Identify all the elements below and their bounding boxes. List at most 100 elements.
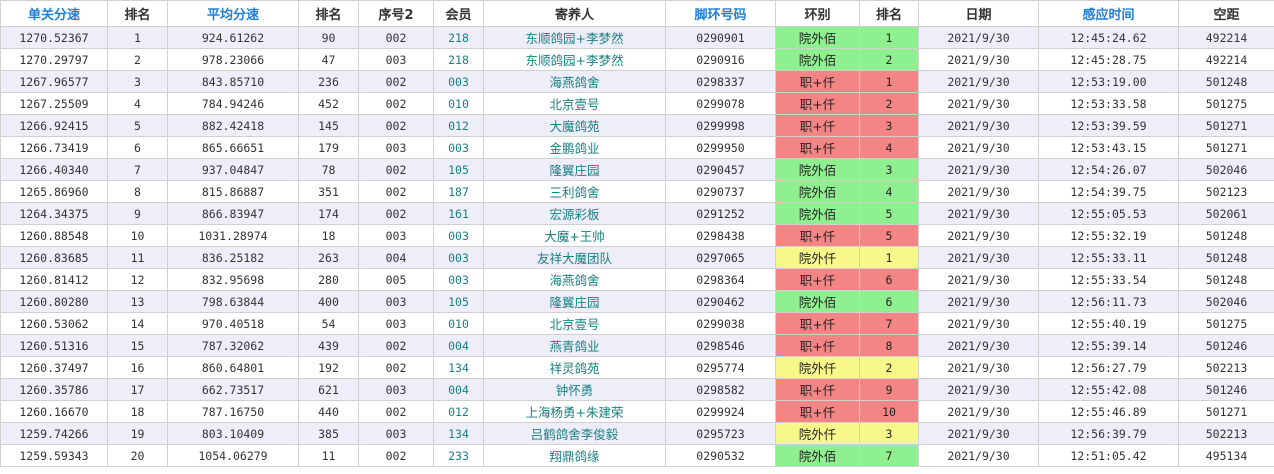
table-row[interactable]: 1260.37497 16 860.64801 192 002 134 祥灵鸽苑 029577… xyxy=(0,356,1274,379)
header-cell[interactable]: 排名 xyxy=(298,0,359,27)
ring-rank-cell: 6 xyxy=(859,290,919,313)
ring-number-cell: 0297065 xyxy=(665,246,776,269)
table-row[interactable]: 1260.53062 14 970.40518 54 003 010 北京壹号 0299038… xyxy=(0,312,1274,335)
avg-rank-cell: 385 xyxy=(298,422,359,445)
member-cell: 003 xyxy=(433,70,484,93)
ring-type-cell: 职+仟 xyxy=(775,378,860,401)
table-row[interactable]: 1260.35786 17 662.73517 621 003 004 钟怀勇 0298582… xyxy=(0,378,1274,401)
single-speed-cell: 1259.74266 xyxy=(0,422,108,445)
avg-speed-cell: 662.73517 xyxy=(167,378,299,401)
arrival-time-cell: 12:53:39.59 xyxy=(1038,114,1179,137)
serial-cell: 002 xyxy=(358,202,434,225)
table-body: 1270.52367 1 924.61262 90 002 218 东顺鸽园+李梦然 0290… xyxy=(0,26,1274,467)
ring-rank-cell: 8 xyxy=(859,334,919,357)
ring-rank-cell: 10 xyxy=(859,400,919,423)
table-row[interactable]: 1266.40340 7 937.04847 78 002 105 隆翼庄园 0290457 院… xyxy=(0,158,1274,181)
ring-number-cell: 0290462 xyxy=(665,290,776,313)
table-row[interactable]: 1260.51316 15 787.32062 439 002 004 燕青鸽业 029854… xyxy=(0,334,1274,357)
date-cell: 2021/9/30 xyxy=(918,158,1039,181)
single-speed-cell: 1267.96577 xyxy=(0,70,108,93)
ring-type-cell: 院外佰 xyxy=(775,48,860,71)
avg-speed-cell: 978.23066 xyxy=(167,48,299,71)
avg-rank-cell: 11 xyxy=(298,444,359,467)
date-cell: 2021/9/30 xyxy=(918,400,1039,423)
single-speed-cell: 1267.25509 xyxy=(0,92,108,115)
header-cell[interactable]: 寄养人 xyxy=(483,0,666,27)
arrival-time-cell: 12:56:39.79 xyxy=(1038,422,1179,445)
header-cell[interactable]: 排名 xyxy=(859,0,919,27)
date-cell: 2021/9/30 xyxy=(918,70,1039,93)
avg-speed-cell: 803.10409 xyxy=(167,422,299,445)
ring-type-cell: 职+仟 xyxy=(775,400,860,423)
header-cell[interactable]: 平均分速 xyxy=(167,0,299,27)
header-cell[interactable]: 空距 xyxy=(1178,0,1274,27)
header-cell[interactable]: 环别 xyxy=(775,0,860,27)
header-cell[interactable]: 感应时间 xyxy=(1038,0,1179,27)
ring-rank-cell: 2 xyxy=(859,356,919,379)
arrival-time-cell: 12:51:05.42 xyxy=(1038,444,1179,467)
single-speed-cell: 1266.40340 xyxy=(0,158,108,181)
table-row[interactable]: 1259.59343 20 1054.06279 11 002 233 翔鼎鸽缘 029053… xyxy=(0,444,1274,467)
distance-cell: 502213 xyxy=(1178,356,1274,379)
breeder-cell: 海燕鸽舍 xyxy=(483,268,666,291)
distance-cell: 501271 xyxy=(1178,136,1274,159)
serial-cell: 003 xyxy=(358,136,434,159)
header-cell[interactable]: 单关分速 xyxy=(0,0,108,27)
table-row[interactable]: 1265.86960 8 815.86887 351 002 187 三利鸽舍 0290737… xyxy=(0,180,1274,203)
avg-rank-cell: 18 xyxy=(298,224,359,247)
table-row[interactable]: 1267.25509 4 784.94246 452 002 010 北京壹号 0299078… xyxy=(0,92,1274,115)
table-row[interactable]: 1260.88548 10 1031.28974 18 003 003 大魔+王帅 02984… xyxy=(0,224,1274,247)
avg-speed-cell: 1054.06279 xyxy=(167,444,299,467)
avg-rank-cell: 440 xyxy=(298,400,359,423)
member-cell: 003 xyxy=(433,136,484,159)
table-row[interactable]: 1266.73419 6 865.66651 179 003 003 金鹏鸽业 0299950… xyxy=(0,136,1274,159)
header-cell[interactable]: 会员 xyxy=(433,0,484,27)
header-cell[interactable]: 日期 xyxy=(918,0,1039,27)
arrival-time-cell: 12:54:26.07 xyxy=(1038,158,1179,181)
table-row[interactable]: 1259.74266 19 803.10409 385 003 134 吕鹤鸽舍李俊毅 029… xyxy=(0,422,1274,445)
table-row[interactable]: 1260.16670 18 787.16750 440 002 012 上海杨勇+朱建荣 02… xyxy=(0,400,1274,423)
avg-speed-cell: 860.64801 xyxy=(167,356,299,379)
avg-speed-cell: 787.16750 xyxy=(167,400,299,423)
arrival-time-cell: 12:55:33.11 xyxy=(1038,246,1179,269)
member-cell: 004 xyxy=(433,334,484,357)
serial-cell: 003 xyxy=(358,224,434,247)
table-row[interactable]: 1266.92415 5 882.42418 145 002 012 大魔鸽苑 0299998… xyxy=(0,114,1274,137)
table-row[interactable]: 1260.80280 13 798.63844 400 003 105 隆翼庄园 029046… xyxy=(0,290,1274,313)
avg-rank-cell: 236 xyxy=(298,70,359,93)
serial-cell: 002 xyxy=(358,158,434,181)
breeder-cell: 友祥大魔团队 xyxy=(483,246,666,269)
ring-number-cell: 0298546 xyxy=(665,334,776,357)
ring-rank-cell: 3 xyxy=(859,158,919,181)
single-speed-cell: 1260.53062 xyxy=(0,312,108,335)
breeder-cell: 隆翼庄园 xyxy=(483,158,666,181)
date-cell: 2021/9/30 xyxy=(918,356,1039,379)
rank-cell: 8 xyxy=(107,180,168,203)
avg-speed-cell: 784.94246 xyxy=(167,92,299,115)
arrival-time-cell: 12:45:24.62 xyxy=(1038,26,1179,49)
single-speed-cell: 1265.86960 xyxy=(0,180,108,203)
table-row[interactable]: 1270.52367 1 924.61262 90 002 218 东顺鸽园+李梦然 0290… xyxy=(0,26,1274,49)
table-row[interactable]: 1267.96577 3 843.85710 236 002 003 海燕鸽舍 0298337… xyxy=(0,70,1274,93)
date-cell: 2021/9/30 xyxy=(918,422,1039,445)
breeder-cell: 祥灵鸽苑 xyxy=(483,356,666,379)
header-cell[interactable]: 脚环号码 xyxy=(665,0,776,27)
breeder-cell: 隆翼庄园 xyxy=(483,290,666,313)
table-row[interactable]: 1260.81412 12 832.95698 280 005 003 海燕鸽舍 029836… xyxy=(0,268,1274,291)
table-row[interactable]: 1270.29797 2 978.23066 47 003 218 东顺鸽园+李梦然 0290… xyxy=(0,48,1274,71)
arrival-time-cell: 12:55:40.19 xyxy=(1038,312,1179,335)
results-table: 单关分速 排名 平均分速 排名 序号2 会员 寄养人 脚环号码 环别 排名 日期… xyxy=(0,0,1274,467)
ring-number-cell: 0299078 xyxy=(665,92,776,115)
table-row[interactable]: 1264.34375 9 866.83947 174 002 161 宏源彩板 0291252… xyxy=(0,202,1274,225)
header-cell[interactable]: 排名 xyxy=(107,0,168,27)
serial-cell: 002 xyxy=(358,334,434,357)
rank-cell: 7 xyxy=(107,158,168,181)
table-row[interactable]: 1260.83685 11 836.25182 263 004 003 友祥大魔团队 0297… xyxy=(0,246,1274,269)
avg-rank-cell: 179 xyxy=(298,136,359,159)
avg-rank-cell: 78 xyxy=(298,158,359,181)
ring-type-cell: 职+仟 xyxy=(775,114,860,137)
date-cell: 2021/9/30 xyxy=(918,136,1039,159)
header-cell[interactable]: 序号2 xyxy=(358,0,434,27)
member-cell: 218 xyxy=(433,26,484,49)
breeder-cell: 翔鼎鸽缘 xyxy=(483,444,666,467)
